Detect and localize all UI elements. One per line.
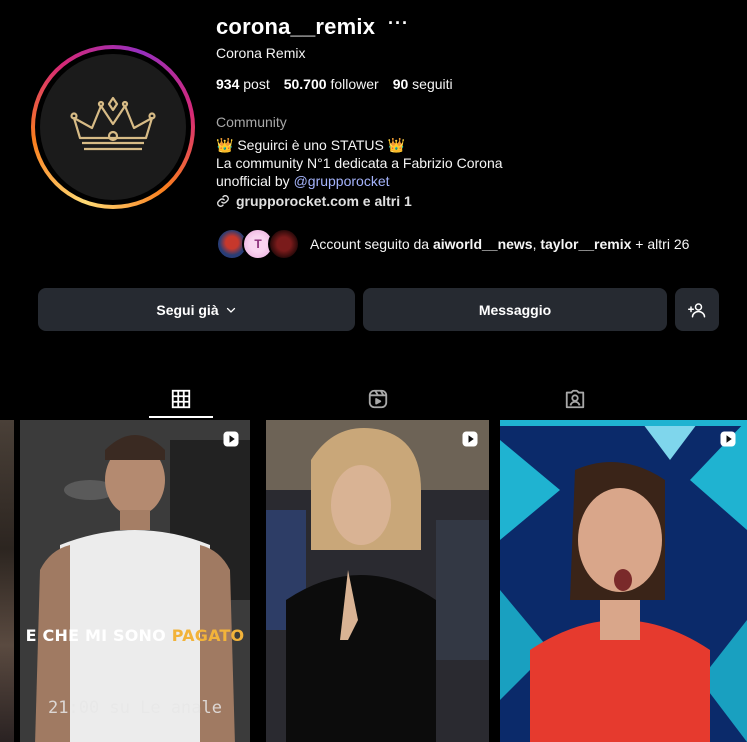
tab-reels[interactable] xyxy=(363,384,393,414)
message-button[interactable]: Messaggio xyxy=(363,288,667,331)
following-button[interactable]: Segui già xyxy=(38,288,355,331)
profile-avatar[interactable] xyxy=(31,45,195,209)
posts-count: 934 post xyxy=(216,76,270,92)
profile-stats: 934 post 50.700 follower 90 seguiti xyxy=(216,76,453,92)
post-thumbnail[interactable] xyxy=(0,420,14,742)
reel-badge-icon xyxy=(223,431,239,447)
tab-posts[interactable] xyxy=(166,384,196,414)
posts-grid: E CHE MI SONO PAGATO 21:00 su Le anale xyxy=(0,420,747,742)
bio-mention-link[interactable]: @grupporocket xyxy=(294,173,390,189)
reels-icon xyxy=(368,389,388,409)
post-caption: E CHE MI SONO PAGATO xyxy=(25,626,245,645)
post-timestamp-overlay: 21:00 su Le anale xyxy=(48,698,222,718)
tagged-icon xyxy=(565,389,585,409)
following-count[interactable]: 90 seguiti xyxy=(393,76,453,92)
post-thumbnail[interactable] xyxy=(266,420,489,742)
bio-line-3: unofficial by @grupporocket xyxy=(216,173,390,189)
reel-badge-icon xyxy=(720,431,736,447)
follower-avatar xyxy=(268,228,300,260)
grid-icon xyxy=(171,389,191,409)
profile-category: Community xyxy=(216,114,287,130)
crown-emoji-icon: 👑 xyxy=(216,137,234,153)
add-person-icon xyxy=(688,302,706,317)
profile-full-name: Corona Remix xyxy=(216,45,306,61)
post-image xyxy=(266,420,489,742)
profile-username: corona__remix xyxy=(216,14,376,39)
external-link[interactable]: grupporocket.com e altri 1 xyxy=(216,193,412,209)
reel-badge-icon xyxy=(462,431,478,447)
profile-bio: 👑 Seguirci è uno STATUS 👑 La community N… xyxy=(216,136,503,190)
tab-tagged[interactable] xyxy=(560,384,590,414)
profile-tabs xyxy=(0,380,747,420)
post-thumbnail[interactable] xyxy=(500,420,747,742)
followed-by[interactable]: T Account seguito da aiworld__news, tayl… xyxy=(216,228,689,260)
crown-emoji-icon: 👑 xyxy=(387,137,406,153)
crown-logo-icon xyxy=(70,96,156,151)
more-options-icon[interactable]: ··· xyxy=(388,13,409,34)
post-image xyxy=(20,420,250,742)
bio-line-1: 👑 Seguirci è uno STATUS 👑 xyxy=(216,137,406,153)
active-tab-indicator xyxy=(149,416,213,418)
link-icon xyxy=(217,195,229,207)
bio-line-2: La community N°1 dedicata a Fabrizio Cor… xyxy=(216,155,503,171)
post-thumbnail[interactable]: E CHE MI SONO PAGATO 21:00 su Le anale xyxy=(20,420,250,742)
suggest-users-button[interactable] xyxy=(675,288,719,331)
post-image xyxy=(500,420,747,742)
followers-count[interactable]: 50.700 follower xyxy=(284,76,379,92)
followed-by-text: Account seguito da aiworld__news, taylor… xyxy=(310,236,690,252)
chevron-down-icon xyxy=(226,307,235,313)
